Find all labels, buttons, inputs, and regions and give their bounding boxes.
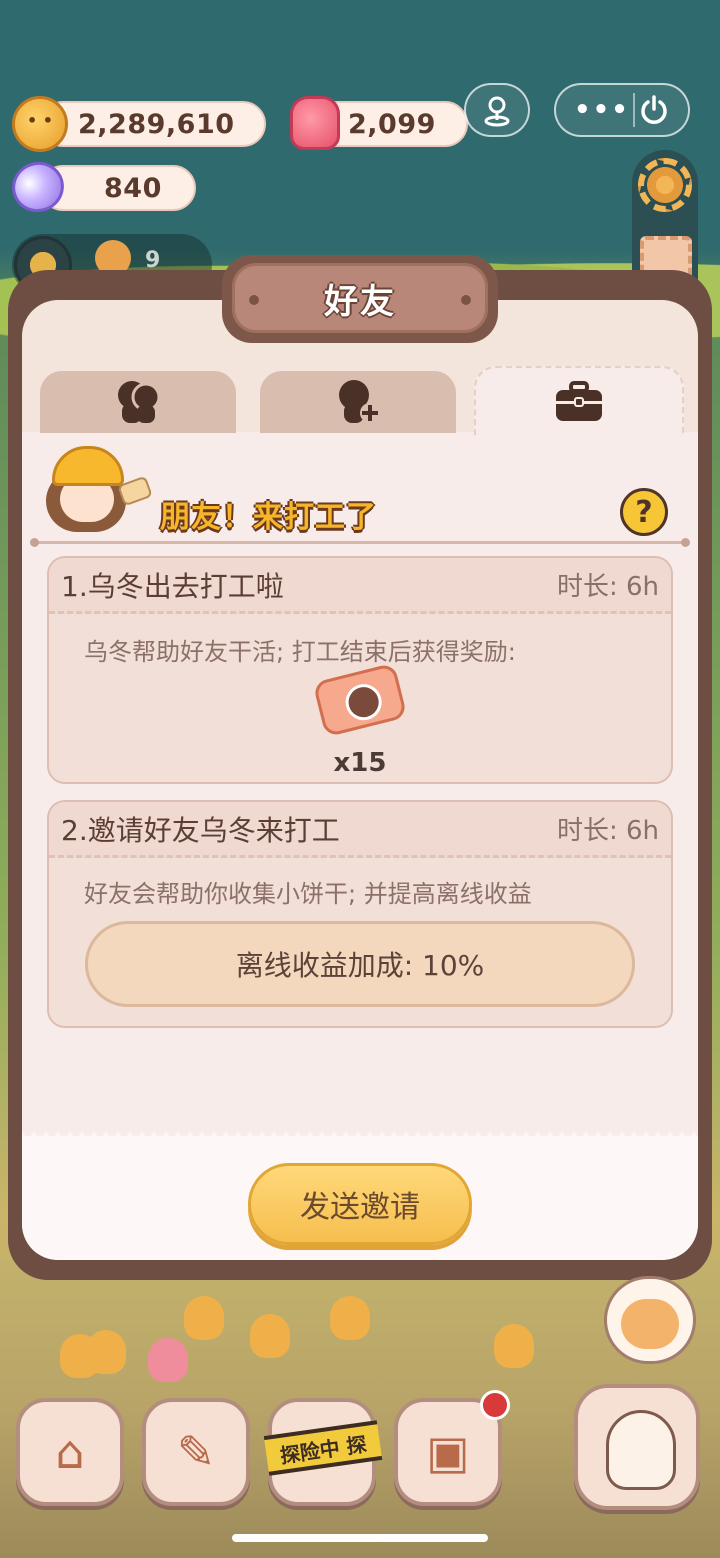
- card-duration: 时长: 6h: [556, 572, 659, 602]
- power-icon[interactable]: [638, 94, 670, 126]
- nav-ghost-button[interactable]: [574, 1384, 700, 1510]
- send-invite-button[interactable]: 发送邀请: [248, 1163, 472, 1245]
- card-header: 2.邀请好友乌冬来打工 时长: 6h: [49, 802, 671, 858]
- plate-rivet: [249, 295, 259, 305]
- plate-rivet: [461, 295, 471, 305]
- candy-count: 2,099: [348, 108, 436, 140]
- more-icon[interactable]: •••: [574, 95, 630, 125]
- critter-sprite: [494, 1324, 534, 1368]
- nav-house-button[interactable]: ⌂: [16, 1398, 124, 1506]
- ghost-character-icon: [606, 1410, 676, 1490]
- tab-work[interactable]: [474, 366, 684, 436]
- hard-hat-icon: [52, 446, 124, 486]
- critter-sprite: [184, 1296, 224, 1340]
- card-description: 乌冬帮助好友干活; 打工结束后获得奖励:: [84, 638, 516, 666]
- title-plate-inner: 好友: [232, 263, 488, 333]
- header-divider: [30, 538, 690, 547]
- chat-bubble-button[interactable]: [604, 1276, 696, 1364]
- reward-quantity: x15: [333, 748, 387, 778]
- tab-friends[interactable]: [40, 371, 236, 433]
- nav-notebook-button[interactable]: ✎: [142, 1398, 250, 1506]
- dialog-title: 好友: [324, 281, 396, 322]
- capsule-divider: [632, 93, 635, 127]
- settings-gear-icon[interactable]: [638, 158, 692, 212]
- offline-bonus-bar: 离线收益加成: 10%: [85, 921, 635, 1007]
- location-pin-icon: [484, 96, 510, 127]
- cookie-counter: 2,289,610: [40, 101, 266, 147]
- shop-icon: ▣: [426, 1425, 470, 1479]
- home-indicator[interactable]: [232, 1534, 488, 1542]
- critter-sprite: [86, 1330, 126, 1374]
- card-header: 1.乌冬出去打工啦 时长: 6h: [49, 558, 671, 614]
- worker-girl-illustration: [40, 446, 160, 542]
- location-button[interactable]: [464, 83, 530, 137]
- briefcase-icon: [556, 381, 602, 421]
- notification-dot: [480, 1390, 510, 1420]
- candy-icon: [290, 96, 340, 150]
- card-description: 好友会帮助你收集小饼干; 并提高离线收益: [84, 880, 532, 908]
- critter-sprite: [148, 1338, 188, 1382]
- gem-count: 840: [104, 172, 162, 204]
- card-title: 1.乌冬出去打工啦: [61, 569, 284, 603]
- notebook-icon: ✎: [176, 1425, 216, 1479]
- critter-sprite: [250, 1314, 290, 1358]
- friends-icon: [118, 381, 161, 423]
- add-friend-icon: [339, 380, 380, 423]
- card-duration: 时长: 6h: [556, 816, 659, 846]
- tab-add-friend[interactable]: [260, 371, 456, 433]
- banner-title: 朋友！来打工了: [160, 500, 377, 535]
- cookie-count: 2,289,610: [78, 108, 235, 140]
- card-title: 2.邀请好友乌冬来打工: [61, 813, 340, 847]
- critter-sprite: [330, 1296, 370, 1340]
- capsule-menu: •••: [554, 83, 690, 137]
- help-button[interactable]: ?: [620, 488, 668, 536]
- cat-avatar-icon: [621, 1299, 679, 1349]
- mushroom-house-icon: ⌂: [55, 1425, 85, 1479]
- cookie-icon: [12, 96, 68, 152]
